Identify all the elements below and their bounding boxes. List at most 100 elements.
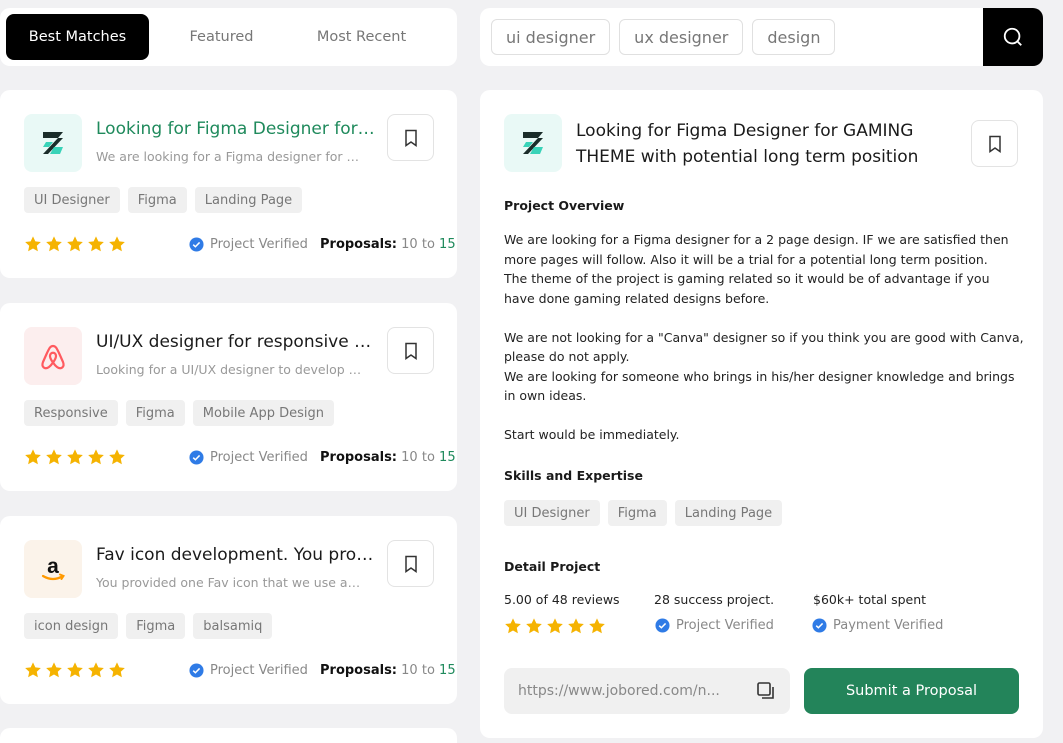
tag[interactable]: Mobile App Design xyxy=(192,400,334,426)
tag[interactable]: Figma xyxy=(607,500,667,526)
bookmark-icon xyxy=(404,129,417,147)
star-icon xyxy=(108,448,126,470)
verified-label: Project Verified xyxy=(210,663,308,678)
detail-project-heading: Detail Project xyxy=(504,559,601,574)
tag[interactable]: Figma xyxy=(127,187,187,213)
bookmark-icon xyxy=(404,342,417,360)
tag[interactable]: UI Designer xyxy=(504,500,600,526)
tag-list: UI Designer Figma Landing Page xyxy=(24,187,303,213)
star-icon xyxy=(108,235,126,257)
star-icon xyxy=(45,235,63,257)
payment-verified: Payment Verified xyxy=(812,618,943,633)
detail-title: Looking for Figma Designer for GAMING TH… xyxy=(576,121,919,167)
job-card[interactable] xyxy=(0,728,457,743)
success-projects: 28 success project. xyxy=(654,592,775,607)
tag[interactable]: UI Designer xyxy=(24,187,120,213)
job-url-field[interactable]: https://www.jobored.com/n... xyxy=(504,668,790,714)
star-icon xyxy=(108,661,126,683)
company-logo: a xyxy=(24,540,82,598)
star-icon xyxy=(66,235,84,257)
rating-stars xyxy=(504,617,606,639)
tab-most-recent[interactable]: Most Recent xyxy=(294,14,429,60)
amazon-logo: a xyxy=(41,555,65,581)
job-description: You provided one Fav icon that we use as… xyxy=(96,575,366,590)
skills-tag-list: UI Designer Figma Landing Page xyxy=(504,500,783,526)
job-card[interactable]: UI/UX designer for responsive SaaS websi… xyxy=(0,303,457,491)
search-icon xyxy=(1003,27,1022,46)
job-title[interactable]: Looking for Figma Designer for GAMING TH… xyxy=(96,119,376,139)
verified-badge-icon xyxy=(655,618,670,633)
company-logo xyxy=(504,114,562,172)
submit-proposal-button[interactable]: Submit a Proposal xyxy=(804,668,1019,714)
star-icon xyxy=(525,617,543,639)
bookmark-button[interactable] xyxy=(387,540,434,587)
project-verified: Project Verified xyxy=(189,237,308,252)
job-url-text: https://www.jobored.com/n... xyxy=(518,683,720,699)
verified-label: Project Verified xyxy=(210,450,308,465)
star-icon xyxy=(87,448,105,470)
star-icon xyxy=(45,661,63,683)
job-card[interactable]: Looking for Figma Designer for GAMING TH… xyxy=(0,90,457,278)
tag-list: icon design Figma balsamiq xyxy=(24,613,273,639)
star-icon xyxy=(87,235,105,257)
rating-stars xyxy=(24,235,126,257)
tag[interactable]: Figma xyxy=(125,400,185,426)
star-icon xyxy=(504,617,522,639)
star-icon xyxy=(87,661,105,683)
job-title[interactable]: UI/UX designer for responsive SaaS websi… xyxy=(96,332,376,352)
star-icon xyxy=(24,235,42,257)
tag-list: Responsive Figma Mobile App Design xyxy=(24,400,334,426)
star-icon xyxy=(66,661,84,683)
skills-heading: Skills and Expertise xyxy=(504,468,643,483)
verified-badge-icon xyxy=(189,663,204,678)
tab-featured[interactable]: Featured xyxy=(149,14,294,60)
verified-badge-icon xyxy=(189,450,204,465)
tab-best-matches[interactable]: Best Matches xyxy=(6,14,149,60)
star-icon xyxy=(567,617,585,639)
job-detail-panel: Looking for Figma Designer for GAMING TH… xyxy=(480,90,1043,738)
star-icon xyxy=(546,617,564,639)
job-title[interactable]: Fav icon development. You provided one F… xyxy=(96,545,376,565)
copy-icon[interactable] xyxy=(756,681,776,701)
star-icon xyxy=(66,448,84,470)
proposals-count: Proposals: 10 to 15 xyxy=(320,450,456,465)
svg-text:a: a xyxy=(47,555,59,578)
tag[interactable]: icon design xyxy=(24,613,119,639)
job-description: Looking for a UI/UX designer to develop … xyxy=(96,362,366,377)
search-bar: ui designer ux designer design xyxy=(480,8,1043,66)
search-chip[interactable]: design xyxy=(752,19,836,55)
bookmark-button[interactable] xyxy=(387,114,434,161)
star-icon xyxy=(588,617,606,639)
search-button[interactable] xyxy=(983,8,1043,66)
tag[interactable]: Landing Page xyxy=(194,187,303,213)
total-spent: $60k+ total spent xyxy=(813,592,927,607)
search-chip[interactable]: ui designer xyxy=(491,19,611,55)
verified-badge-icon xyxy=(189,237,204,252)
verified-label: Payment Verified xyxy=(833,618,944,633)
bookmark-button[interactable] xyxy=(387,327,434,374)
tag[interactable]: Responsive xyxy=(24,400,118,426)
tag[interactable]: Figma xyxy=(126,613,186,639)
star-icon xyxy=(45,448,63,470)
job-card[interactable]: a Fav icon development. You provided one… xyxy=(0,516,457,704)
rating-stars xyxy=(24,448,126,470)
verified-badge-icon xyxy=(812,618,827,633)
project-verified: Project Verified xyxy=(189,663,308,678)
tab-bar: Best Matches Featured Most Recent xyxy=(0,8,457,66)
tag[interactable]: balsamiq xyxy=(193,613,273,639)
figma-style-z-logo xyxy=(523,132,543,154)
bookmark-icon xyxy=(988,135,1001,153)
reviews-summary: 5.00 of 48 reviews xyxy=(504,592,620,607)
project-verified: Project Verified xyxy=(655,618,774,633)
tag[interactable]: Landing Page xyxy=(674,500,783,526)
search-chip[interactable]: ux designer xyxy=(619,19,744,55)
proposals-count: Proposals: 10 to 15 xyxy=(320,663,456,678)
overview-heading: Project Overview xyxy=(504,198,625,213)
verified-label: Project Verified xyxy=(210,237,308,252)
bookmark-button[interactable] xyxy=(971,120,1018,167)
company-logo xyxy=(24,114,82,172)
project-verified: Project Verified xyxy=(189,450,308,465)
airbnb-logo xyxy=(41,344,65,370)
project-overview-text: We are looking for a Figma designer for … xyxy=(504,232,1024,442)
verified-label: Project Verified xyxy=(676,618,774,633)
